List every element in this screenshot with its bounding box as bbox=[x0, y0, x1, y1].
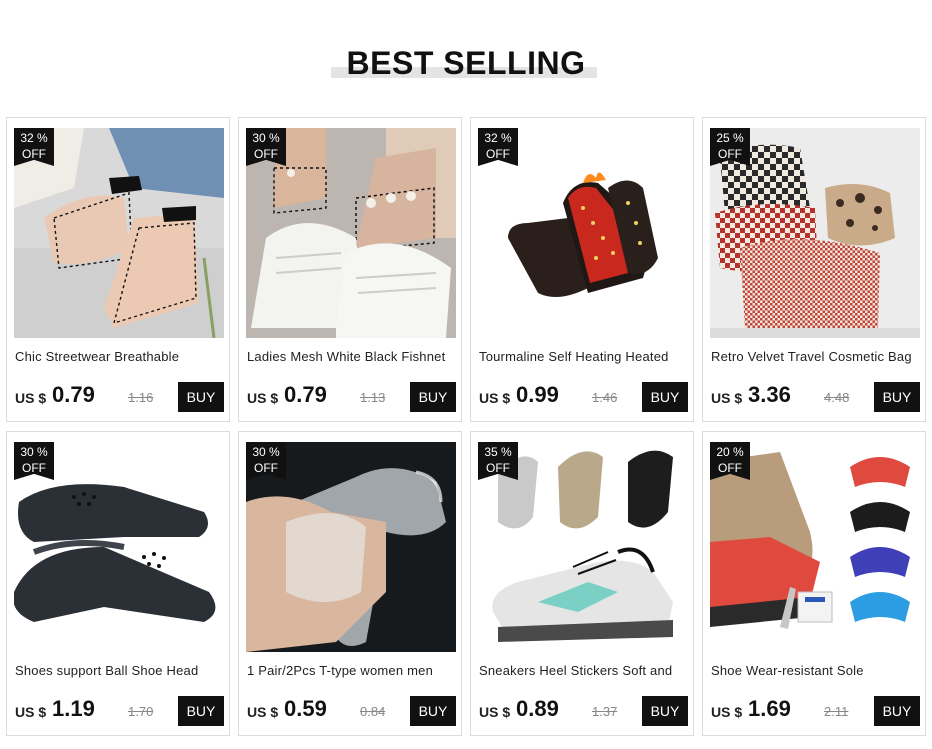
currency-label: US $ bbox=[711, 390, 743, 406]
product-card[interactable]: 35 % OFF Sneakers Heel Stickers Soft and … bbox=[470, 431, 694, 736]
product-card[interactable]: 32 % OFF Tourmaline Self Heating Heated U… bbox=[470, 117, 694, 422]
section-heading: BEST SELLING bbox=[0, 40, 932, 90]
product-title[interactable]: Tourmaline Self Heating Heated bbox=[479, 349, 687, 364]
currency-label: US $ bbox=[479, 390, 511, 406]
product-title[interactable]: Retro Velvet Travel Cosmetic Bag bbox=[711, 349, 919, 364]
price: 0.79 bbox=[284, 382, 327, 407]
buy-button[interactable]: BUY bbox=[410, 382, 456, 412]
original-price: 2.11 bbox=[824, 704, 849, 719]
buy-button[interactable]: BUY bbox=[874, 696, 920, 726]
product-title[interactable]: Chic Streetwear Breathable bbox=[15, 349, 223, 364]
buy-button[interactable]: BUY bbox=[874, 382, 920, 412]
original-price: 1.37 bbox=[592, 704, 618, 719]
product-card[interactable]: 25 % OFF Retro Velvet Travel Cosmetic Bag… bbox=[702, 117, 926, 422]
buy-button[interactable]: BUY bbox=[410, 696, 456, 726]
product-card[interactable]: 20 % OFF Shoe Wear-resistant Sole US $ 1.… bbox=[702, 431, 926, 736]
section-title: BEST SELLING bbox=[346, 45, 586, 81]
currency-label: US $ bbox=[15, 704, 47, 720]
buy-button[interactable]: BUY bbox=[642, 696, 688, 726]
price: 0.99 bbox=[516, 382, 559, 407]
product-title[interactable]: 1 Pair/2Pcs T-type women men bbox=[247, 663, 455, 678]
original-price: 0.84 bbox=[360, 704, 386, 719]
product-title[interactable]: Shoes support Ball Shoe Head bbox=[15, 663, 223, 678]
buy-button[interactable]: BUY bbox=[642, 382, 688, 412]
product-title[interactable]: Ladies Mesh White Black Fishnet bbox=[247, 349, 455, 364]
product-card[interactable]: 30 % OFF 1 Pair/2Pcs T-type women men US … bbox=[238, 431, 462, 736]
original-price: 1.13 bbox=[360, 390, 386, 405]
currency-label: US $ bbox=[247, 704, 279, 720]
original-price: 1.46 bbox=[592, 390, 618, 405]
price: 0.59 bbox=[284, 696, 327, 721]
currency-label: US $ bbox=[479, 704, 511, 720]
price: 1.69 bbox=[748, 696, 791, 721]
price: 1.19 bbox=[52, 696, 95, 721]
currency-label: US $ bbox=[15, 390, 47, 406]
price: 3.36 bbox=[748, 382, 791, 407]
buy-button[interactable]: BUY bbox=[178, 696, 224, 726]
currency-label: US $ bbox=[247, 390, 279, 406]
product-card[interactable]: 32 % OFF Chic Streetwear Breathable US $ … bbox=[6, 117, 230, 422]
product-title[interactable]: Shoe Wear-resistant Sole bbox=[711, 663, 919, 678]
original-price: 1.70 bbox=[128, 704, 154, 719]
buy-button[interactable]: BUY bbox=[178, 382, 224, 412]
product-title[interactable]: Sneakers Heel Stickers Soft and bbox=[479, 663, 687, 678]
price: 0.89 bbox=[516, 696, 559, 721]
original-price: 4.48 bbox=[824, 390, 850, 405]
product-card[interactable]: 30 % OFF Ladies Mesh White Black Fishnet … bbox=[238, 117, 462, 422]
product-card[interactable]: 30 % OFF Shoes support Ball Shoe Head US … bbox=[6, 431, 230, 736]
currency-label: US $ bbox=[711, 704, 743, 720]
original-price: 1.16 bbox=[128, 390, 154, 405]
price: 0.79 bbox=[52, 382, 95, 407]
